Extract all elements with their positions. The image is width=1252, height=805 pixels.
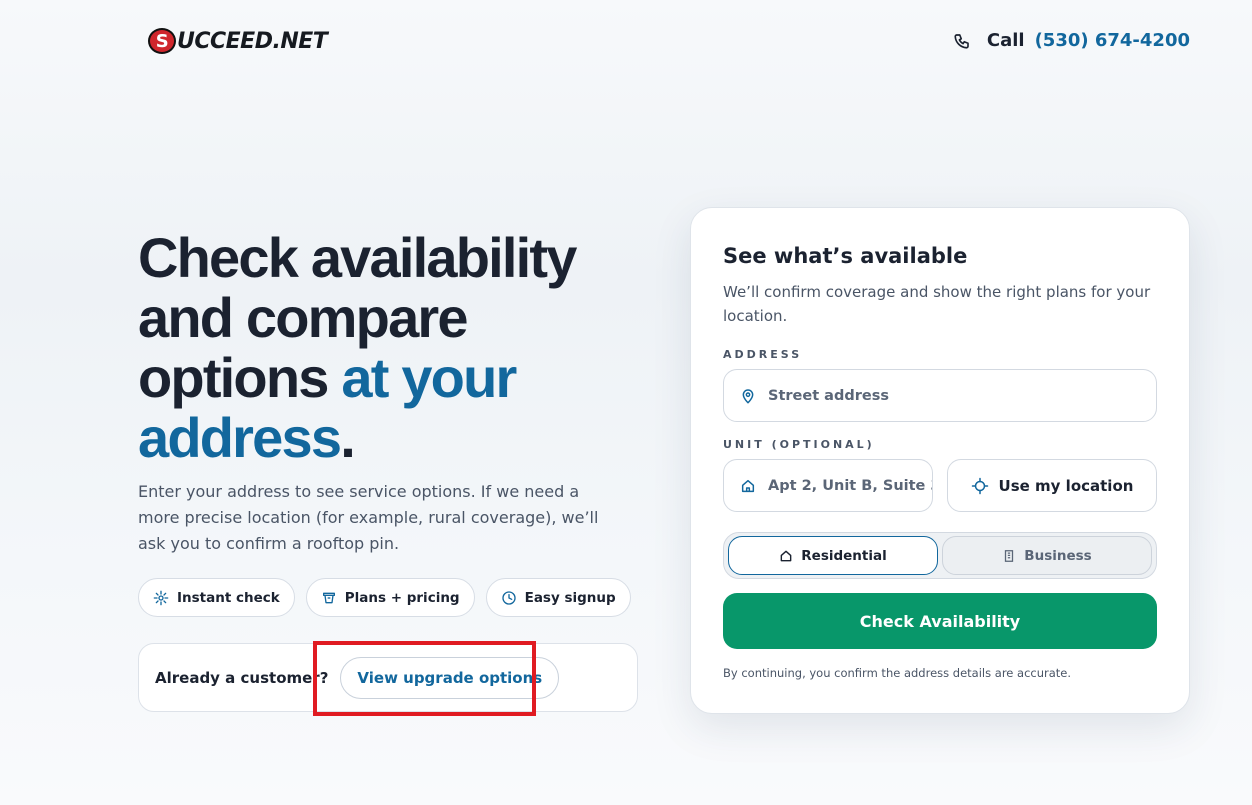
segment-residential[interactable]: Residential <box>728 536 938 575</box>
street-address-input[interactable]: Street address <box>723 369 1157 422</box>
chip-easy-signup: Easy signup <box>485 578 631 617</box>
home-icon <box>741 479 755 492</box>
feature-chips: Instant check Plans + pricing Easy signu… <box>138 578 631 617</box>
call-label: Call <box>986 30 1025 51</box>
segment-business[interactable]: Business <box>942 536 1152 575</box>
customer-type-toggle: Residential Business <box>723 532 1157 579</box>
chip-label: Instant check <box>177 589 280 606</box>
residential-label: Residential <box>801 547 887 564</box>
unit-label: UNIT (OPTIONAL) <box>723 438 875 451</box>
existing-customer-box: Already a customer? View upgrade options <box>138 643 638 712</box>
use-my-location-button[interactable]: Use my location <box>947 459 1157 512</box>
hero-description: Enter your address to see service option… <box>138 482 599 553</box>
disclaimer-text: By continuing, you confirm the address d… <box>723 666 1072 680</box>
logo-badge: S <box>148 28 176 54</box>
phone-number[interactable]: (530) 674-4200 <box>1035 30 1190 51</box>
home-icon <box>780 550 792 561</box>
address-placeholder: Street address <box>768 387 889 404</box>
unit-input[interactable]: Apt 2, Unit B, Suite 3 <box>723 459 933 512</box>
view-upgrade-options-button[interactable]: View upgrade options <box>340 656 560 699</box>
call-link[interactable]: Call (530) 674-4200 <box>953 30 1190 51</box>
business-label: Business <box>1024 547 1092 564</box>
check-availability-button[interactable]: Check Availability <box>723 593 1157 649</box>
map-pin-icon <box>742 388 754 404</box>
chip-label: Plans + pricing <box>344 589 460 606</box>
logo-text: UCCEED.NET <box>177 28 328 54</box>
tag-icon <box>322 592 335 603</box>
chip-label: Easy signup <box>524 589 616 606</box>
availability-card: See what’s available We’ll confirm cover… <box>690 207 1190 714</box>
unit-placeholder: Apt 2, Unit B, Suite 3 <box>768 477 932 494</box>
sparkle-icon <box>153 590 169 605</box>
card-title: See what’s available <box>723 244 968 268</box>
page-title: Check availability and compare options a… <box>138 228 638 468</box>
brand-logo[interactable]: S UCCEED.NET <box>148 28 328 54</box>
headline-period: . <box>340 406 356 469</box>
chip-instant-check: Instant check <box>138 578 295 617</box>
clock-icon <box>501 590 516 605</box>
phone-icon <box>954 33 969 49</box>
headline-accent-at: at <box>341 346 389 409</box>
address-label: ADDRESS <box>723 348 803 361</box>
chip-plans-pricing: Plans + pricing <box>305 578 475 617</box>
card-subtitle: We’ll confirm coverage and show the righ… <box>723 283 1151 325</box>
building-icon <box>1005 549 1014 562</box>
crosshair-icon <box>971 477 988 494</box>
customer-question: Already a customer? <box>155 668 329 687</box>
location-button-label: Use my location <box>998 476 1134 495</box>
